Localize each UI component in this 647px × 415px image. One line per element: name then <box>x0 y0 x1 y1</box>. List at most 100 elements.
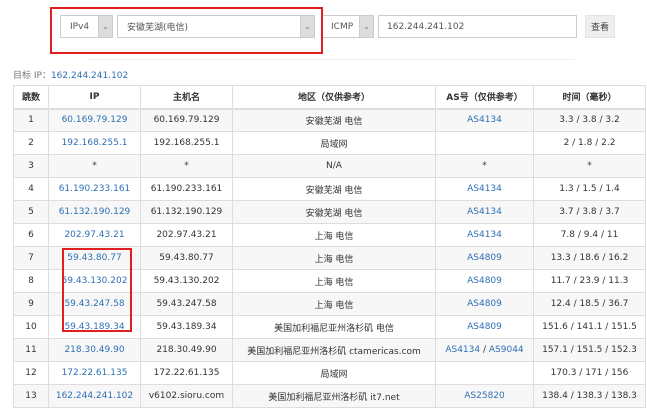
ip-cell-link[interactable]: 162.244.241.102 <box>56 391 133 401</box>
as-cell <box>435 361 534 385</box>
time-cell: 170.3 / 171 / 156 <box>533 361 646 385</box>
table-row: 3 * * N/A * * <box>13 154 646 178</box>
ip-cell-link[interactable]: 61.190.233.161 <box>59 184 131 194</box>
highlight-box-hops <box>62 248 132 332</box>
time-cell: 7.8 / 9.4 / 11 <box>533 223 646 247</box>
as-link[interactable]: AS4809 <box>467 276 502 286</box>
region-cell: 安徽芜湖 电信 <box>232 200 436 224</box>
ip-cell: 61.132.190.129 <box>48 200 141 224</box>
region-cell: 安徽芜湖 电信 <box>232 177 436 201</box>
ip-cell: 61.190.233.161 <box>48 177 141 201</box>
divider <box>88 59 575 60</box>
as-link[interactable]: AS4809 <box>467 299 502 309</box>
as-link[interactable]: AS25820 <box>464 391 505 401</box>
as-link[interactable]: AS9044 <box>489 345 524 355</box>
column-header: IP <box>48 85 141 110</box>
as-link[interactable]: AS4809 <box>467 253 502 263</box>
region-cell: 美国加利福尼亚州洛杉矶 电信 <box>232 315 436 339</box>
time-cell: 11.7 / 23.9 / 11.3 <box>533 269 646 293</box>
region-cell: 安徽芜湖 电信 <box>232 108 436 132</box>
host-cell: 59.43.80.77 <box>140 246 233 270</box>
as-cell: AS4809 <box>435 246 534 270</box>
time-cell: * <box>533 154 646 178</box>
table-row: 6 202.97.43.21 202.97.43.21 上海 电信 AS4134 7.8 … <box>13 223 646 247</box>
ip-cell-link[interactable]: 202.97.43.21 <box>64 230 124 240</box>
host-cell: 218.30.49.90 <box>140 338 233 362</box>
region-cell: 上海 电信 <box>232 292 436 316</box>
traceroute-table: 跳数 IP 主机名 地区（仅供参考） AS号（仅供参考） 时间（毫秒） 1 60.169.7… <box>13 85 646 408</box>
time-cell: 151.6 / 141.1 / 151.5 <box>533 315 646 339</box>
region-cell: 美国加利福尼亚州洛杉矶 it7.net <box>232 384 436 408</box>
target-input[interactable]: 162.244.241.102 <box>378 15 577 38</box>
ip-cell-link[interactable]: 218.30.49.90 <box>64 345 124 355</box>
ip-cell-link[interactable]: 172.22.61.135 <box>62 368 128 378</box>
as-cell: AS25820 <box>435 384 534 408</box>
hop-cell: 8 <box>13 269 49 293</box>
table-row: 13 162.244.241.102 v6102.sioru.com 美国加利福尼亚州… <box>13 384 646 408</box>
as-cell: AS4134 <box>435 223 534 247</box>
time-cell: 3.7 / 3.8 / 3.7 <box>533 200 646 224</box>
ip-cell: 172.22.61.135 <box>48 361 141 385</box>
as-link[interactable]: AS4809 <box>467 322 502 332</box>
target-ip-label: 目标 IP：162.244.241.102 <box>13 68 128 81</box>
table-row: 5 61.132.190.129 61.132.190.129 安徽芜湖 电信 AS41… <box>13 200 646 224</box>
host-cell: 60.169.79.129 <box>140 108 233 132</box>
table-row: 2 192.168.255.1 192.168.255.1 局域网 2 / 1.8 / … <box>13 131 646 155</box>
region-cell: 上海 电信 <box>232 223 436 247</box>
region-cell: 上海 电信 <box>232 269 436 293</box>
region-cell: 局域网 <box>232 361 436 385</box>
as-cell: AS4809 <box>435 315 534 339</box>
as-cell: AS4809 <box>435 292 534 316</box>
host-cell: 172.22.61.135 <box>140 361 233 385</box>
host-cell: v6102.sioru.com <box>140 384 233 408</box>
column-header: 时间（毫秒） <box>533 85 646 110</box>
table-row: 11 218.30.49.90 218.30.49.90 美国加利福尼亚州洛杉矶 ct… <box>13 338 646 362</box>
target-input-value: 162.244.241.102 <box>387 21 465 32</box>
host-cell: 61.190.233.161 <box>140 177 233 201</box>
hop-cell: 4 <box>13 177 49 201</box>
ip-cell-link[interactable]: 61.132.190.129 <box>59 207 131 217</box>
ip-cell: 192.168.255.1 <box>48 131 141 155</box>
ip-cell-link[interactable]: 60.169.79.129 <box>62 115 128 125</box>
as-link[interactable]: AS4134 <box>467 115 502 125</box>
hop-cell: 3 <box>13 154 49 178</box>
target-label: 目标 IP： <box>13 71 51 81</box>
table-row: 4 61.190.233.161 61.190.233.161 安徽芜湖 电信 AS41… <box>13 177 646 201</box>
as-link[interactable]: AS4134 <box>467 230 502 240</box>
column-header: 地区（仅供参考） <box>232 85 436 110</box>
ip-cell: 218.30.49.90 <box>48 338 141 362</box>
as-cell: AS4134 / AS9044 <box>435 338 534 362</box>
host-cell: 192.168.255.1 <box>140 131 233 155</box>
target-ip-link[interactable]: 162.244.241.102 <box>51 71 128 81</box>
time-cell: 12.4 / 18.5 / 36.7 <box>533 292 646 316</box>
as-link[interactable]: AS4134 <box>467 207 502 217</box>
hop-cell: 1 <box>13 108 49 132</box>
as-link[interactable]: AS4134 <box>445 345 480 355</box>
highlight-box-controls <box>50 7 323 54</box>
time-cell: 138.4 / 138.3 / 138.3 <box>533 384 646 408</box>
as-cell: AS4134 <box>435 177 534 201</box>
ip-cell-link[interactable]: 192.168.255.1 <box>62 138 128 148</box>
region-cell: 美国加利福尼亚州洛杉矶 ctamericas.com <box>232 338 436 362</box>
as-link: * <box>482 161 487 171</box>
hop-cell: 9 <box>13 292 49 316</box>
as-cell: AS4134 <box>435 108 534 132</box>
as-link[interactable]: AS4134 <box>467 184 502 194</box>
region-cell: 上海 电信 <box>232 246 436 270</box>
hop-cell: 2 <box>13 131 49 155</box>
column-header: 主机名 <box>140 85 233 110</box>
ip-cell: * <box>48 154 141 178</box>
submit-button[interactable]: 查看 <box>585 15 615 38</box>
region-cell: N/A <box>232 154 436 178</box>
ip-cell: 202.97.43.21 <box>48 223 141 247</box>
hop-cell: 5 <box>13 200 49 224</box>
column-header: 跳数 <box>13 85 49 110</box>
hop-cell: 6 <box>13 223 49 247</box>
host-cell: 59.43.189.34 <box>140 315 233 339</box>
time-cell: 157.1 / 151.5 / 152.3 <box>533 338 646 362</box>
protocol-select[interactable]: ICMP ⌄ <box>321 15 374 38</box>
host-cell: 59.43.247.58 <box>140 292 233 316</box>
region-cell: 局域网 <box>232 131 436 155</box>
as-cell: AS4134 <box>435 200 534 224</box>
table-row: 1 60.169.79.129 60.169.79.129 安徽芜湖 电信 AS4134… <box>13 108 646 132</box>
